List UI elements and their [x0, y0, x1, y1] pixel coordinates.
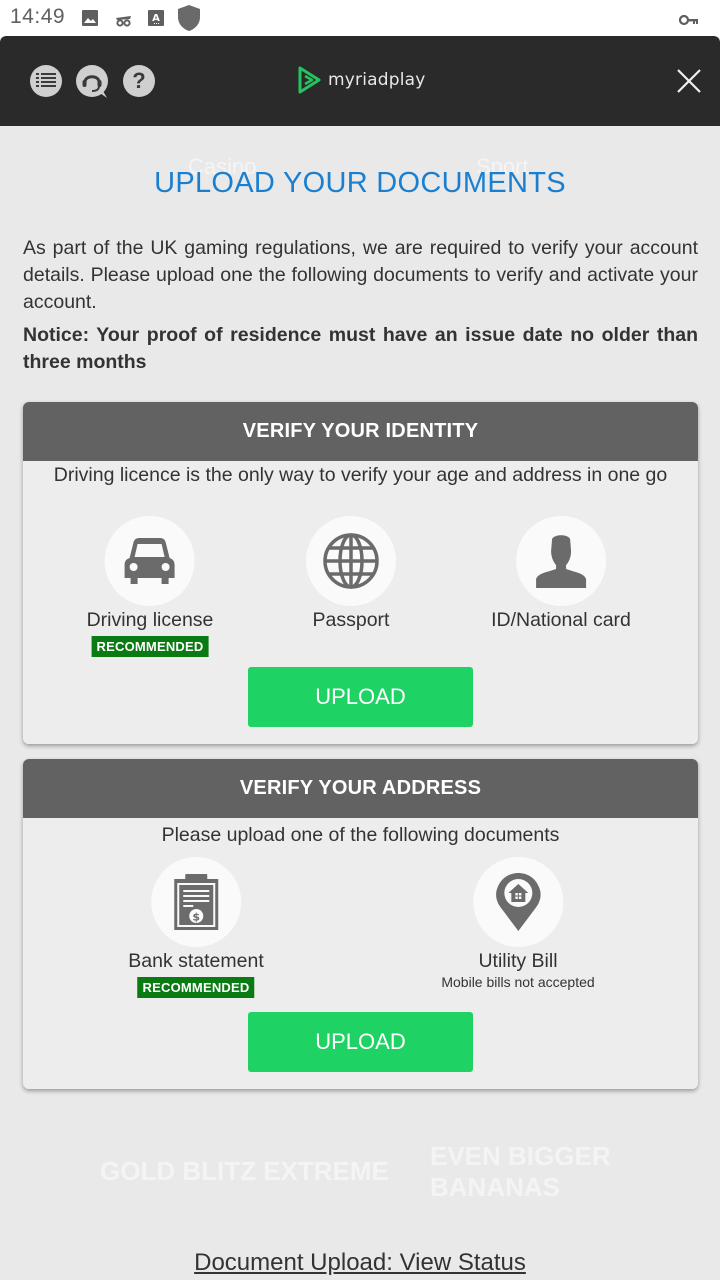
address-heading: VERIFY YOUR ADDRESS — [23, 759, 698, 818]
top-bar: ? myriadplay — [0, 36, 720, 126]
status-bar: 14:49 A — [0, 0, 720, 36]
image-icon — [81, 9, 99, 31]
identity-upload-button[interactable]: UPLOAD — [248, 667, 473, 727]
help-button[interactable]: ? — [123, 65, 155, 97]
recommended-badge: RECOMMENDED — [137, 977, 255, 998]
globe-icon — [323, 533, 379, 589]
verify-address-card: VERIFY YOUR ADDRESS Please upload one of… — [23, 759, 698, 1089]
clipboard-dollar-icon: $ — [174, 874, 218, 930]
document-upload-modal: Casino Sport ? myriadplay UPLOAD YOUR DO… — [0, 36, 720, 1280]
option-utility-bill[interactable]: Utility Bill Mobile bills not accepted — [441, 857, 595, 990]
option-driving-license[interactable]: Driving license RECOMMENDED — [86, 516, 214, 657]
shield-icon — [178, 5, 200, 35]
person-icon — [535, 535, 586, 588]
key-icon — [678, 11, 699, 30]
identity-subtitle: Driving licence is the only way to verif… — [53, 464, 668, 486]
menu-button[interactable] — [30, 65, 62, 97]
ghost-game-tile: EVEN BIGGER BANANAS — [430, 1141, 611, 1202]
option-bank-statement[interactable]: $ Bank statement RECOMMENDED — [128, 857, 264, 998]
car-icon — [125, 538, 175, 584]
option-label: Passport — [312, 609, 390, 631]
status-time: 14:49 — [10, 5, 66, 28]
play-logo-icon — [298, 66, 321, 94]
option-id-national-card[interactable]: ID/National card — [491, 516, 631, 632]
option-passport[interactable]: Passport — [306, 516, 396, 632]
view-status-link[interactable]: Document Upload: View Status — [0, 1249, 720, 1277]
address-upload-button[interactable]: UPLOAD — [248, 1012, 473, 1072]
address-subtitle: Please upload one of the following docum… — [161, 824, 560, 846]
ghost-game-tile: GOLD BLITZ EXTREME — [100, 1156, 389, 1186]
support-button[interactable] — [76, 65, 108, 98]
option-label: Utility Bill — [478, 950, 558, 972]
recommended-badge: RECOMMENDED — [91, 636, 209, 657]
close-icon — [677, 69, 701, 93]
utility-bill-note: Mobile bills not accepted — [441, 974, 595, 990]
close-button[interactable] — [676, 68, 702, 94]
option-label: Driving license — [86, 609, 214, 631]
myriadplay-logo: myriadplay — [296, 66, 426, 94]
headset-chat-icon — [82, 75, 107, 98]
verify-identity-card: VERIFY YOUR IDENTITY Driving licence is … — [23, 402, 698, 744]
keyboard-a-icon: A — [148, 10, 164, 30]
page-title: UPLOAD YOUR DOCUMENTS — [154, 167, 566, 199]
notice-text: Notice: Your proof of residence must hav… — [23, 324, 698, 373]
svg-text:$: $ — [192, 911, 200, 924]
intro-text: As part of the UK gaming regulations, we… — [23, 237, 698, 313]
home-pin-icon — [495, 873, 541, 931]
svg-text:A: A — [152, 13, 160, 24]
list-icon — [36, 73, 56, 87]
option-label: Bank statement — [128, 950, 264, 972]
identity-heading: VERIFY YOUR IDENTITY — [23, 402, 698, 461]
incognito-icon — [115, 12, 132, 31]
option-label: ID/National card — [491, 609, 631, 631]
question-icon: ? — [132, 68, 146, 93]
logo-text: myriadplay — [328, 70, 426, 90]
